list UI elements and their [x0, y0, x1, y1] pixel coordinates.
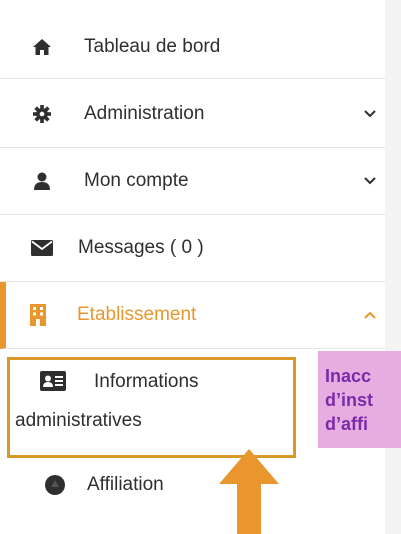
sidebar-item-label: Mon compte: [84, 170, 189, 191]
chevron-up-icon[interactable]: [362, 307, 378, 323]
id-card-icon: [40, 371, 66, 393]
sidebar-item-label: Tableau de bord: [84, 36, 221, 57]
subitem-informations-administratives[interactable]: Informations: [40, 371, 280, 401]
circle-icon: [44, 474, 66, 496]
sidebar-item-administration[interactable]: Administration: [0, 81, 385, 148]
annotation-callout: Inacc d’inst d’affi: [318, 351, 401, 448]
content-edge: [385, 0, 401, 534]
sidebar-item-tableau-de-bord[interactable]: Tableau de bord: [0, 16, 385, 79]
subitem-label-line2: administratives: [15, 410, 142, 431]
sidebar-item-messages[interactable]: Messages ( 0 ): [0, 215, 385, 282]
sidebar-item-etablissement[interactable]: Etablissement: [0, 282, 385, 349]
chevron-down-icon[interactable]: [362, 106, 378, 122]
subitem-affiliation[interactable]: Affiliation: [0, 460, 385, 512]
up-arrow-icon: [219, 449, 279, 534]
sidebar-item-label: Administration: [84, 103, 205, 124]
sidebar-nav: Tableau de bord Administration Mon compt…: [0, 0, 385, 534]
sidebar-item-mon-compte[interactable]: Mon compte: [0, 148, 385, 215]
subitem-label-line1: Informations: [94, 371, 199, 392]
home-icon: [30, 35, 54, 59]
callout-line: d’affi: [325, 414, 368, 434]
envelope-icon: [30, 236, 54, 260]
callout-line: d’inst: [325, 390, 373, 410]
sidebar-item-label: Messages ( 0 ): [78, 237, 204, 258]
gear-icon: [30, 102, 54, 126]
chevron-down-icon[interactable]: [362, 173, 378, 189]
callout-line: Inacc: [325, 366, 372, 386]
user-icon: [30, 169, 54, 193]
subitem-label: Affiliation: [87, 474, 164, 495]
building-icon: [26, 303, 50, 327]
sidebar-item-label: Etablissement: [77, 304, 197, 325]
